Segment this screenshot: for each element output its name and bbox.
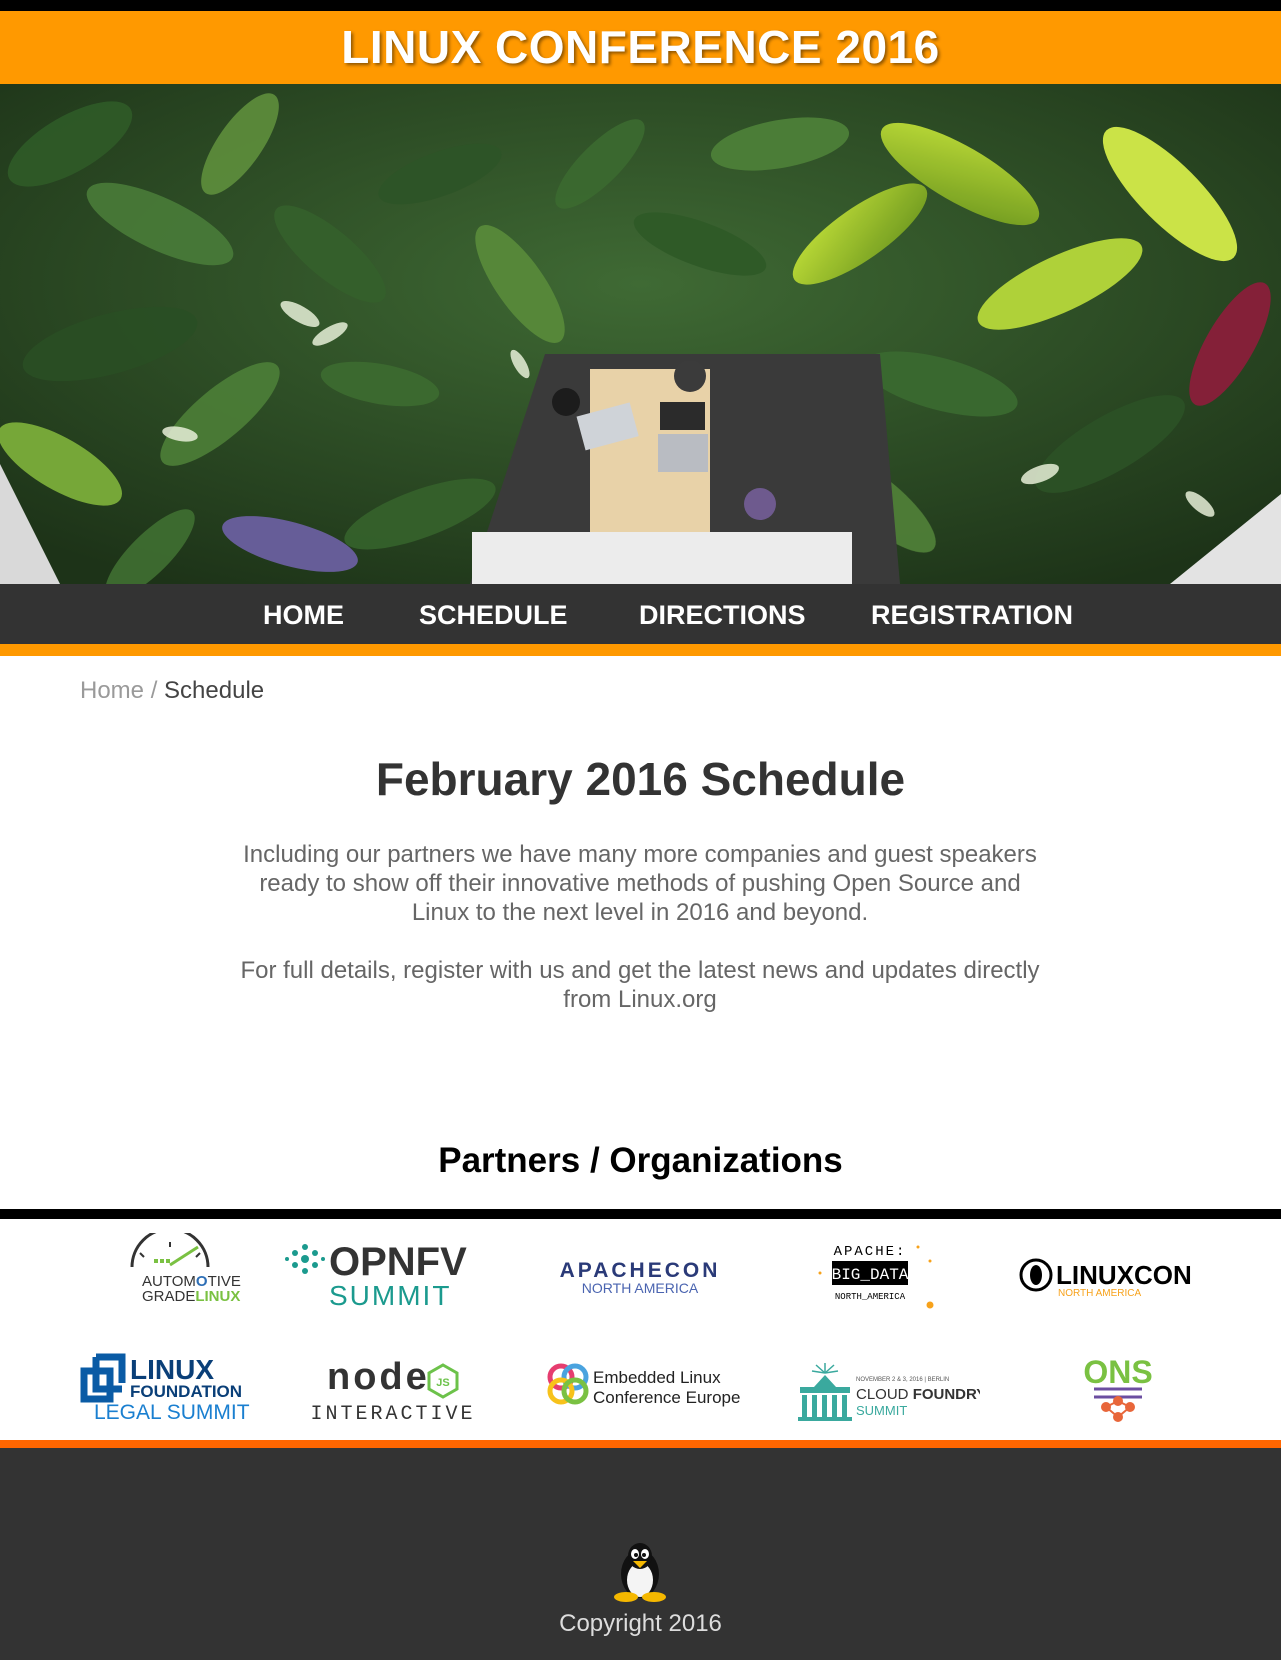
svg-text:LINUX: LINUX <box>130 1354 214 1385</box>
svg-text:JS: JS <box>436 1377 449 1389</box>
nav-schedule[interactable]: SCHEDULE <box>419 584 568 644</box>
site-header: LINUX CONFERENCE 2016 <box>0 11 1281 84</box>
logo-embedded-linux-conference-europe[interactable]: Embedded Linux Conference Europe <box>530 1340 750 1430</box>
nav-orange-stripe <box>0 644 1281 656</box>
svg-text:node: node <box>327 1356 430 1398</box>
intro-paragraph-2: For full details, register with us and g… <box>240 957 1040 1013</box>
hero-image <box>0 84 1281 584</box>
logo-apachecon[interactable]: APACHECON NORTH AMERICA <box>530 1228 750 1318</box>
svg-text:BIG_DATA: BIG_DATA <box>832 1266 909 1284</box>
svg-text:LEGAL SUMMIT: LEGAL SUMMIT <box>94 1401 250 1424</box>
tux-penguin-icon <box>610 1540 670 1607</box>
svg-text:NOVEMBER 2 & 3, 2016 | BERLI: NOVEMBER 2 & 3, 2016 | BERLIN <box>856 1377 949 1383</box>
breadcrumb-separator: / <box>150 677 158 704</box>
logo-linux-foundation-legal-summit[interactable]: LINUX FOUNDATION LEGAL SUMMIT <box>60 1340 280 1430</box>
page-title: February 2016 Schedule <box>375 753 906 805</box>
nav-registration[interactable]: REGISTRATION <box>871 584 1073 644</box>
svg-text:ONS: ONS <box>1083 1354 1152 1390</box>
nav-directions[interactable]: DIRECTIONS <box>639 584 806 644</box>
svg-text:GRADELINUX: GRADELINUX <box>142 1288 240 1305</box>
logo-cloud-foundry-summit[interactable]: NOVEMBER 2 & 3, 2016 | BERLIN CLOUD FOUN… <box>775 1340 995 1430</box>
svg-text:APACHE:: APACHE: <box>834 1244 907 1260</box>
logo-opnfv-summit[interactable]: OPNFV SUMMIT <box>273 1228 493 1318</box>
svg-text:NORTH AMERICA: NORTH AMERICA <box>1058 1288 1141 1299</box>
breadcrumb: Home / Schedule <box>80 676 264 706</box>
main-nav: HOME SCHEDULE DIRECTIONS REGISTRATION <box>0 584 1281 644</box>
breadcrumb-home-link[interactable]: Home <box>80 677 144 704</box>
intro-paragraph-1: Including our partners we have many more… <box>243 841 1037 926</box>
svg-text:OPNFV: OPNFV <box>329 1240 467 1284</box>
svg-text:CLOUD FOUNDRY: CLOUD FOUNDRY <box>856 1386 980 1403</box>
atrium-plants-photo <box>0 84 1281 584</box>
breadcrumb-current: Schedule <box>164 677 265 704</box>
svg-text:Conference Europe: Conference Europe <box>593 1388 740 1407</box>
logo-linuxcon[interactable]: LINUXCON NORTH AMERICA <box>1000 1228 1220 1318</box>
top-black-bar <box>0 0 1281 11</box>
svg-text:NORTH AMERICA: NORTH AMERICA <box>582 1280 699 1296</box>
svg-text:NORTH_AMERICA: NORTH_AMERICA <box>835 1292 906 1302</box>
svg-text:SUMMIT: SUMMIT <box>329 1280 451 1311</box>
logo-node-interactive[interactable]: node JS INTERACTIVE <box>283 1340 503 1430</box>
logo-automotive-grade-linux[interactable]: AUTOMOTIVE GRADELINUX <box>60 1228 280 1318</box>
svg-text:APACHECON: APACHECON <box>560 1259 721 1282</box>
svg-text:INTERACTIVE: INTERACTIVE <box>310 1403 475 1425</box>
copyright-text: Copyright 2016 <box>559 1610 722 1637</box>
svg-text:LINUXCON: LINUXCON <box>1056 1260 1192 1290</box>
logo-ons[interactable]: ONS <box>1000 1340 1220 1430</box>
nav-home[interactable]: HOME <box>263 584 344 644</box>
logo-apache-big-data[interactable]: APACHE: BIG_DATA NORTH_AMERICA <box>760 1228 980 1318</box>
partners-divider <box>0 1209 1281 1219</box>
svg-text:SUMMIT: SUMMIT <box>856 1403 907 1418</box>
site-title: LINUX CONFERENCE 2016 <box>341 21 940 73</box>
svg-text:Embedded Linux: Embedded Linux <box>593 1368 721 1387</box>
intro-text: Including our partners we have many more… <box>240 840 1040 1014</box>
svg-text:FOUNDATION: FOUNDATION <box>130 1382 242 1401</box>
footer-orange-stripe <box>0 1440 1281 1448</box>
partners-heading: Partners / Organizations <box>438 1141 843 1180</box>
